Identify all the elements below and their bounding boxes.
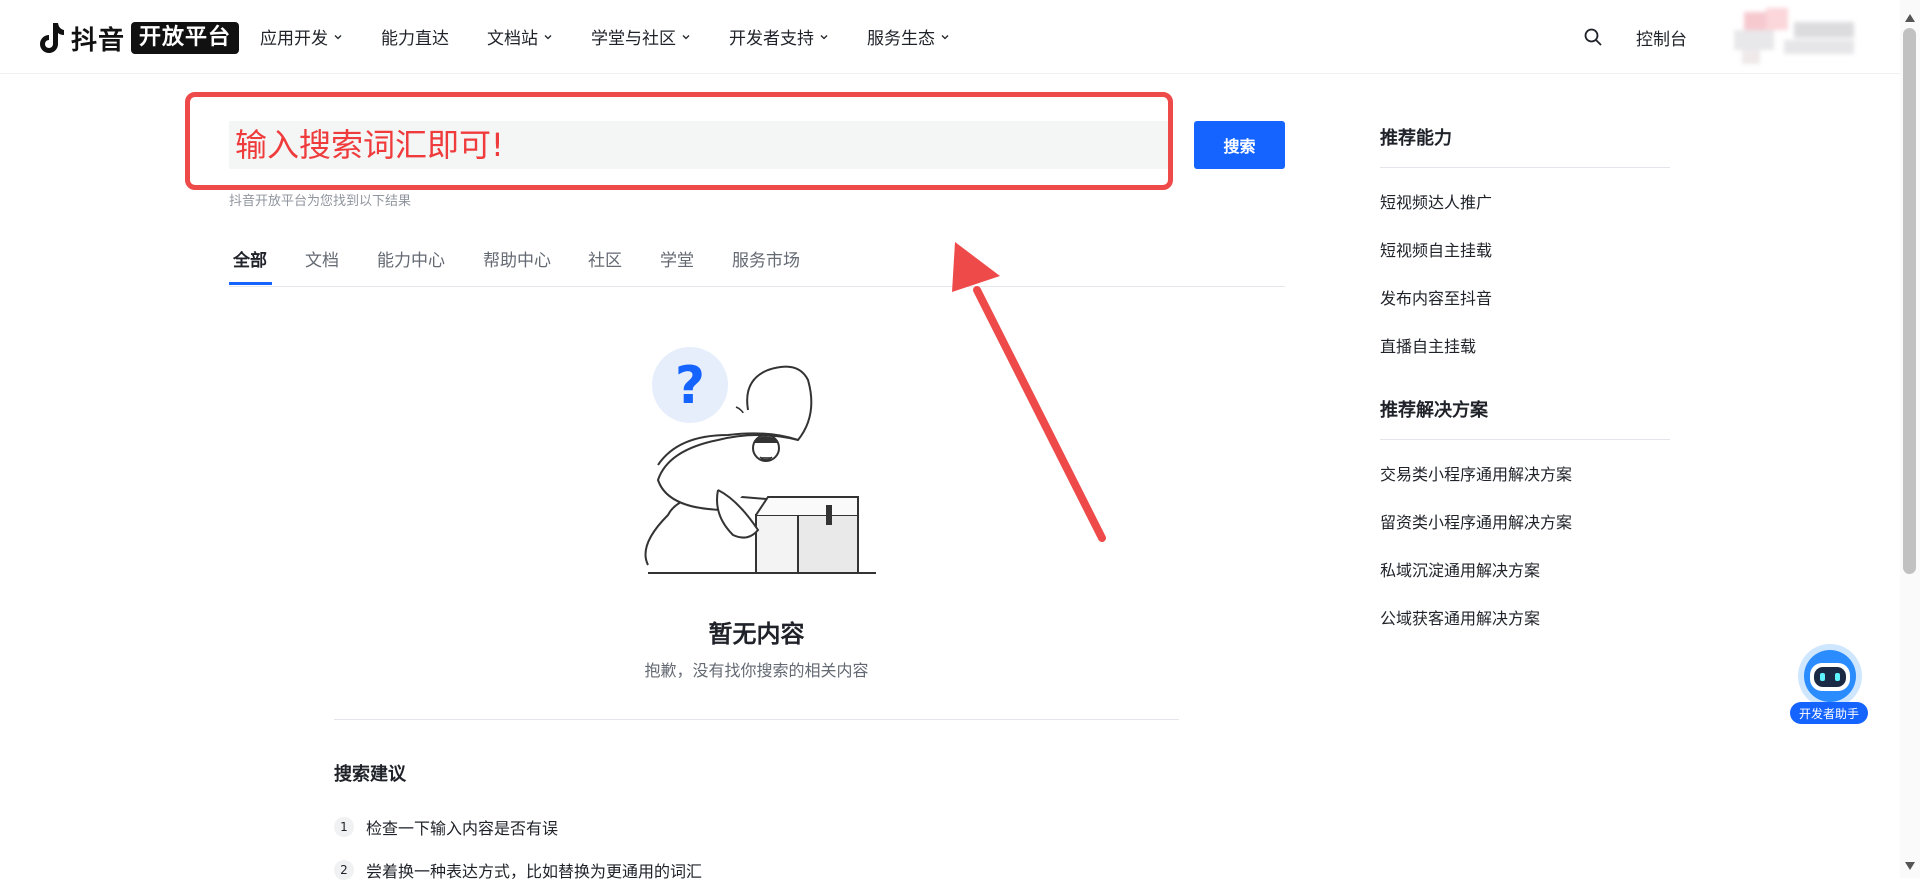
tip-number: 1	[334, 817, 354, 837]
tip-text: 尝着换一种表达方式，比如替换为更通用的词汇	[366, 862, 703, 881]
solution-link[interactable]: 交易类小程序通用解决方案	[1380, 461, 1572, 485]
chevron-down-icon	[334, 34, 342, 39]
tip-number: 2	[334, 860, 354, 880]
nav-dev-support[interactable]: 开发者支持	[729, 24, 829, 49]
capability-link[interactable]: 短视频自主挂载	[1380, 237, 1492, 261]
divider	[334, 719, 1179, 720]
empty-title: 暂无内容	[708, 620, 805, 648]
capability-link[interactable]: 短视频达人推广	[1380, 189, 1492, 213]
user-avatar[interactable]	[1714, 8, 1874, 66]
solution-link[interactable]: 私域沉淀通用解决方案	[1380, 557, 1540, 581]
scrollbar-thumb[interactable]	[1903, 28, 1916, 574]
tab-help-center[interactable]: 帮助中心	[483, 246, 551, 271]
search-tip-item: 1 检查一下输入内容是否有误	[334, 815, 558, 839]
empty-subtitle: 抱歉，没有找你搜索的相关内容	[644, 661, 869, 680]
logo-text: 抖音	[71, 25, 126, 56]
tab-academy[interactable]: 学堂	[660, 246, 694, 271]
active-tab-indicator	[229, 282, 272, 285]
main-nav: 应用开发 能力直达 文档站 学堂与社区 开发者支持 服务生态	[260, 0, 988, 73]
developer-assistant-label[interactable]: 开发者助手	[1790, 702, 1868, 724]
top-header: 抖音 开放平台 应用开发 能力直达 文档站 学堂与社区 开发者支持 服务生态 控…	[0, 0, 1920, 74]
sidebar-divider	[1380, 439, 1670, 440]
tab-community[interactable]: 社区	[588, 246, 622, 271]
capability-link[interactable]: 直播自主挂载	[1380, 333, 1476, 357]
recommended-capabilities-title: 推荐能力	[1380, 128, 1452, 149]
nav-capabilities[interactable]: 能力直达	[381, 24, 449, 49]
annotation-highlight-box	[185, 92, 1173, 190]
nav-label: 服务生态	[867, 29, 935, 49]
scroll-down-arrow-icon[interactable]	[1905, 862, 1915, 870]
nav-label: 文档站	[487, 29, 538, 49]
tab-service-market[interactable]: 服务市场	[732, 246, 800, 271]
capability-link[interactable]: 发布内容至抖音	[1380, 285, 1492, 309]
nav-label: 应用开发	[260, 29, 328, 49]
tab-all[interactable]: 全部	[233, 246, 267, 271]
search-tips-title: 搜索建议	[334, 764, 406, 785]
result-tabs: 全部 文档 能力中心 帮助中心 社区 学堂 服务市场	[229, 236, 1285, 287]
search-tip-item: 2 尝着换一种表达方式，比如替换为更通用的词汇	[334, 858, 702, 882]
chevron-down-icon	[941, 34, 949, 39]
douyin-logo[interactable]: 抖音 开放平台	[37, 20, 240, 56]
solution-link[interactable]: 留资类小程序通用解决方案	[1380, 509, 1572, 533]
nav-docs[interactable]: 文档站	[487, 24, 553, 49]
empty-state-illustration: ?	[644, 347, 876, 574]
search-result-hint: 抖音开放平台为您找到以下结果	[229, 194, 412, 209]
chevron-down-icon	[820, 34, 828, 39]
scroll-up-arrow-icon[interactable]	[1905, 14, 1915, 22]
nav-ecosystem[interactable]: 服务生态	[867, 24, 950, 49]
chevron-down-icon	[682, 34, 690, 39]
tip-text: 检查一下输入内容是否有误	[366, 819, 559, 838]
tiktok-note-icon	[40, 23, 64, 53]
search-icon[interactable]	[1583, 27, 1603, 47]
svg-text:?: ?	[675, 356, 705, 416]
sidebar-divider	[1380, 167, 1670, 168]
search-button[interactable]: 搜索	[1194, 121, 1285, 169]
logo-badge: 开放平台	[131, 22, 240, 54]
nav-app-dev[interactable]: 应用开发	[260, 24, 343, 49]
console-link[interactable]: 控制台	[1636, 25, 1687, 50]
chevron-down-icon	[544, 34, 552, 39]
nav-label: 学堂与社区	[591, 29, 676, 49]
nav-label: 能力直达	[381, 29, 449, 49]
solution-link[interactable]: 公域获客通用解决方案	[1380, 605, 1540, 629]
recommended-solutions-title: 推荐解决方案	[1380, 400, 1488, 421]
tab-docs[interactable]: 文档	[305, 246, 339, 271]
tab-capability-center[interactable]: 能力中心	[377, 246, 445, 271]
nav-academy-community[interactable]: 学堂与社区	[591, 24, 691, 49]
nav-label: 开发者支持	[729, 29, 814, 49]
